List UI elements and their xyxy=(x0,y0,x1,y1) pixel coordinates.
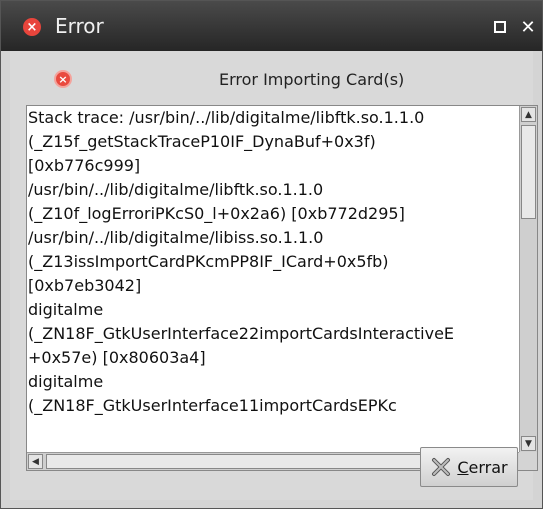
stack-trace-line: /usr/bin/../lib/digitalme/libftk.so.1.1.… xyxy=(28,180,324,199)
close-window-button[interactable]: ✕ xyxy=(519,17,537,38)
stack-trace-line: +0x57e) [0x80603a4] xyxy=(28,348,206,367)
title-bar[interactable]: × Error ✕ xyxy=(1,1,542,51)
stack-trace-line: Stack trace: /usr/bin/../lib/digitalme/l… xyxy=(28,108,425,127)
error-icon: × xyxy=(54,70,72,88)
stack-trace-line: digitalme xyxy=(28,372,104,391)
vertical-scrollbar[interactable]: ▲ ▼ xyxy=(519,106,537,452)
stack-trace-line: digitalme xyxy=(28,300,104,319)
stack-trace-line: (_Z15f_getStackTraceP10IF_DynaBuf+0x3f) xyxy=(28,132,376,151)
maximize-icon xyxy=(494,21,506,33)
stack-trace-view[interactable]: Stack trace: /usr/bin/../lib/digitalme/l… xyxy=(26,105,538,471)
scroll-down-arrow-icon[interactable]: ▼ xyxy=(521,436,536,451)
stack-trace-line: (_ZN18F_GtkUserInterface11importCardsEPK… xyxy=(28,396,397,415)
error-message: Error Importing Card(s) xyxy=(219,70,405,89)
stack-trace-line: (_Z13issImportCardPKcmPP8IF_ICard+0x5fb) xyxy=(28,252,389,271)
dialog-content: × Error Importing Card(s) Stack trace: /… xyxy=(10,51,538,500)
stack-trace-text[interactable]: Stack trace: /usr/bin/../lib/digitalme/l… xyxy=(27,106,519,452)
error-icon: × xyxy=(23,18,41,36)
scroll-corner xyxy=(519,452,537,470)
maximize-button[interactable] xyxy=(491,18,509,36)
scroll-left-arrow-icon[interactable]: ◀ xyxy=(28,454,43,469)
error-dialog-window: × Error ✕ × Error Importing Card(s) Stac… xyxy=(0,0,543,509)
close-button[interactable]: Cerrar xyxy=(420,447,518,487)
stack-trace-line: (_Z10f_logErroriPKcS0_l+0x2a6) [0xb772d2… xyxy=(28,204,405,223)
stack-trace-line: [0xb776c999] xyxy=(28,156,141,175)
close-x-icon xyxy=(430,456,452,478)
vertical-scroll-thumb[interactable] xyxy=(521,125,536,219)
window-title: Error xyxy=(55,14,104,38)
stack-trace-line: /usr/bin/../lib/digitalme/libiss.so.1.1.… xyxy=(28,228,324,247)
close-button-label: Cerrar xyxy=(457,457,508,477)
scroll-up-arrow-icon[interactable]: ▲ xyxy=(521,107,536,122)
stack-trace-line: (_ZN18F_GtkUserInterface22importCardsInt… xyxy=(28,324,455,343)
horizontal-scroll-thumb[interactable] xyxy=(46,454,480,469)
stack-trace-line: [0xb7eb3042] xyxy=(28,276,142,295)
